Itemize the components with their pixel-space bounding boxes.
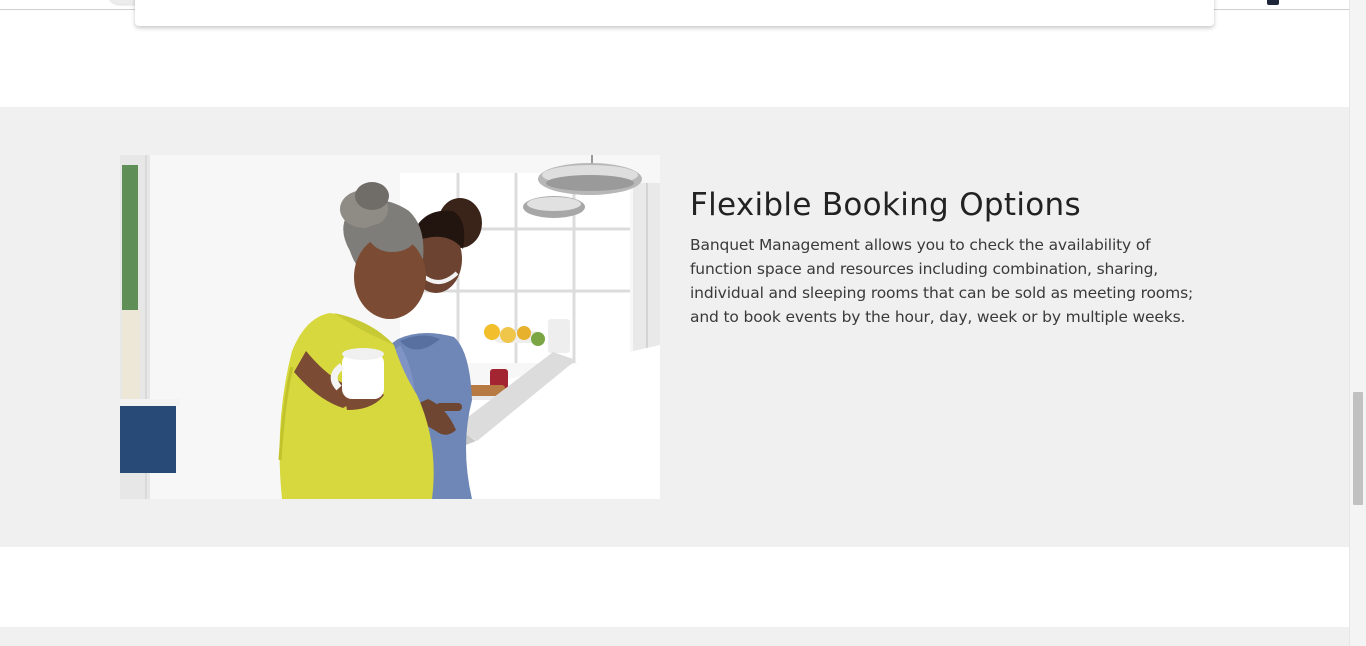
page-content: Flexible Booking Options Banquet Managem… xyxy=(0,0,1349,646)
feature-description-line-2: function space and resources including c… xyxy=(690,260,1159,278)
next-section-top xyxy=(0,627,1349,646)
feature-description-line-1: Banquet Management allows you to check t… xyxy=(690,236,1151,254)
scrollbar-thumb[interactable] xyxy=(1353,392,1363,505)
feature-description-line-4: and to book events by the hour, day, wee… xyxy=(690,308,1186,326)
top-card-edge xyxy=(135,0,1214,26)
photo-illustration xyxy=(120,155,660,499)
page: Flexible Booking Options Banquet Managem… xyxy=(0,0,1366,646)
feature-description: Banquet Management allows you to check t… xyxy=(690,233,1238,329)
flexible-booking-section: Flexible Booking Options Banquet Managem… xyxy=(0,107,1349,547)
couple-laptop-photo xyxy=(120,155,660,499)
page-scrollbar[interactable] xyxy=(1349,0,1366,646)
feature-description-line-3: individual and sleeping rooms that can b… xyxy=(690,284,1194,302)
top-corner-marker xyxy=(1267,0,1279,5)
feature-title: Flexible Booking Options xyxy=(690,187,1081,223)
